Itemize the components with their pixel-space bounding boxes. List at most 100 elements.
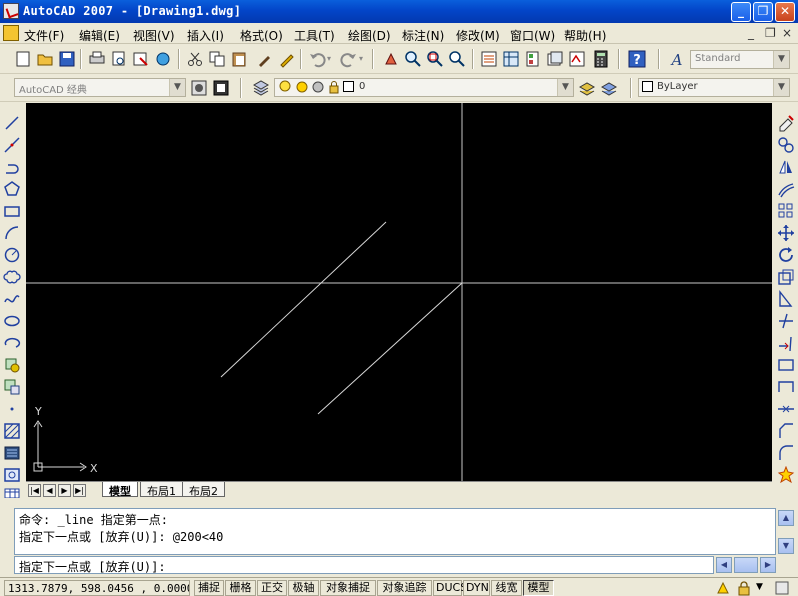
menu-format[interactable]: 格式(O) <box>240 27 283 44</box>
ellipse-arc-icon[interactable] <box>3 334 21 352</box>
polyline-icon[interactable] <box>3 158 21 176</box>
rotate-icon[interactable] <box>777 246 795 264</box>
block-editor-icon[interactable] <box>278 50 296 68</box>
cut-icon[interactable] <box>186 50 204 68</box>
menu-edit[interactable]: 编辑(E) <box>79 27 120 44</box>
sheet-set-manager-icon[interactable] <box>546 50 564 68</box>
clean-screen-icon[interactable] <box>774 580 790 596</box>
tool-palettes-icon[interactable] <box>524 50 542 68</box>
menu-insert[interactable]: 插入(I) <box>187 27 224 44</box>
layer-previous-icon[interactable] <box>600 79 618 97</box>
rectangle-icon[interactable] <box>3 202 21 220</box>
drawn-line-2[interactable] <box>317 282 463 415</box>
menu-file[interactable]: 文件(F) <box>24 27 64 44</box>
menu-help[interactable]: 帮助(H) <box>564 27 606 44</box>
spline-icon[interactable] <box>3 290 21 308</box>
design-center-icon[interactable] <box>502 50 520 68</box>
new-icon[interactable] <box>14 50 32 68</box>
extend-icon[interactable] <box>777 334 795 352</box>
move-icon[interactable] <box>777 224 795 242</box>
lightbulb-icon[interactable] <box>278 80 292 94</box>
zoom-realtime-icon[interactable] <box>404 50 422 68</box>
close-button[interactable]: ✕ <box>775 2 795 22</box>
text-style-combo[interactable]: Standard ▼ <box>690 50 790 69</box>
chevron-down-icon[interactable]: ▼ <box>557 79 573 96</box>
minimize-button[interactable]: _ <box>731 2 751 22</box>
drawing-canvas[interactable]: Y X <box>26 103 772 481</box>
point-icon[interactable] <box>3 400 21 418</box>
hatch-icon[interactable] <box>3 422 21 440</box>
model-button[interactable]: 模型 <box>523 580 554 596</box>
object-track-button[interactable]: 对象追踪 <box>377 580 432 596</box>
mirror-icon[interactable] <box>777 158 795 176</box>
break-at-point-icon[interactable] <box>777 356 795 374</box>
plot-icon[interactable] <box>88 50 106 68</box>
copy-object-icon[interactable] <box>777 136 795 154</box>
lineweight-button[interactable]: 线宽 <box>491 580 522 596</box>
trim-icon[interactable] <box>777 312 795 330</box>
snap-button[interactable]: 捕捉 <box>194 580 224 596</box>
coordinate-readout[interactable]: 1313.7879, 598.0456 , 0.0000 <box>4 580 190 596</box>
scroll-thumb[interactable] <box>734 557 758 573</box>
doc-restore-button[interactable]: ❐ <box>765 26 776 40</box>
linetype-combo[interactable]: ByLayer ▼ <box>638 78 790 97</box>
plot-preview-icon[interactable] <box>110 50 128 68</box>
open-icon[interactable] <box>36 50 54 68</box>
my-workspace-icon[interactable] <box>212 79 230 97</box>
chevron-down-icon[interactable]: ▼ <box>773 79 789 96</box>
history-scroll-up-icon[interactable]: ▲ <box>778 510 794 526</box>
gradient-icon[interactable] <box>3 444 21 462</box>
communication-center-icon[interactable] <box>716 580 732 596</box>
chamfer-icon[interactable] <box>777 422 795 440</box>
ellipse-icon[interactable] <box>3 312 21 330</box>
drawn-line-1[interactable] <box>220 221 387 378</box>
redo-icon[interactable] <box>340 50 358 68</box>
text-style-icon[interactable]: A <box>668 50 686 68</box>
properties-icon[interactable] <box>480 50 498 68</box>
autocad-app-icon[interactable] <box>3 3 19 19</box>
pan-icon[interactable] <box>382 50 400 68</box>
workspace-settings-icon[interactable] <box>190 79 208 97</box>
join-icon[interactable] <box>777 400 795 418</box>
copy-icon[interactable] <box>208 50 226 68</box>
scroll-left-icon[interactable]: ◀ <box>716 557 732 573</box>
status-menu-chevron-icon[interactable]: ▼ <box>756 582 763 592</box>
object-snap-button[interactable]: 对象捕捉 <box>320 580 376 596</box>
ducs-button[interactable]: DUCS <box>433 580 467 596</box>
tab-model[interactable]: 模型 <box>102 482 138 498</box>
viewport-freeze-icon[interactable] <box>311 80 325 94</box>
sun-icon[interactable] <box>295 80 309 94</box>
help-icon[interactable]: ? <box>628 50 646 68</box>
undo-icon[interactable] <box>308 50 326 68</box>
menu-window[interactable]: 窗口(W) <box>510 27 555 44</box>
tab-first-button[interactable]: |◀ <box>28 484 41 497</box>
menu-dimension[interactable]: 标注(N) <box>402 27 444 44</box>
chevron-down-icon[interactable]: ▼ <box>773 51 789 68</box>
explode-icon[interactable] <box>777 466 795 484</box>
publish-web-icon[interactable] <box>154 50 172 68</box>
scroll-right-icon[interactable]: ▶ <box>760 557 776 573</box>
tab-last-button[interactable]: ▶| <box>73 484 86 497</box>
redo-dropdown-icon[interactable]: ▾ <box>359 54 363 63</box>
stretch-icon[interactable] <box>777 290 795 308</box>
region-icon[interactable] <box>3 466 21 484</box>
menu-modify[interactable]: 修改(M) <box>456 27 500 44</box>
polygon-icon[interactable] <box>3 180 21 198</box>
toolbar-lock-icon[interactable] <box>736 580 752 596</box>
tab-prev-button[interactable]: ◀ <box>43 484 56 497</box>
paste-icon[interactable] <box>230 50 248 68</box>
make-block-icon[interactable] <box>3 378 21 396</box>
arc-icon[interactable] <box>3 224 21 242</box>
offset-icon[interactable] <box>777 180 795 198</box>
tab-next-button[interactable]: ▶ <box>58 484 71 497</box>
undo-dropdown-icon[interactable]: ▾ <box>327 54 331 63</box>
menu-tools[interactable]: 工具(T) <box>294 27 335 44</box>
zoom-window-icon[interactable] <box>426 50 444 68</box>
history-scroll-down-icon[interactable]: ▼ <box>778 538 794 554</box>
layer-properties-icon[interactable] <box>252 79 270 97</box>
quickcalc-icon[interactable] <box>592 50 610 68</box>
ortho-button[interactable]: 正交 <box>257 580 287 596</box>
command-input[interactable]: 指定下一点或 [放弃(U)]: <box>14 556 714 574</box>
array-icon[interactable] <box>777 202 795 220</box>
dyn-button[interactable]: DYN <box>463 580 490 596</box>
